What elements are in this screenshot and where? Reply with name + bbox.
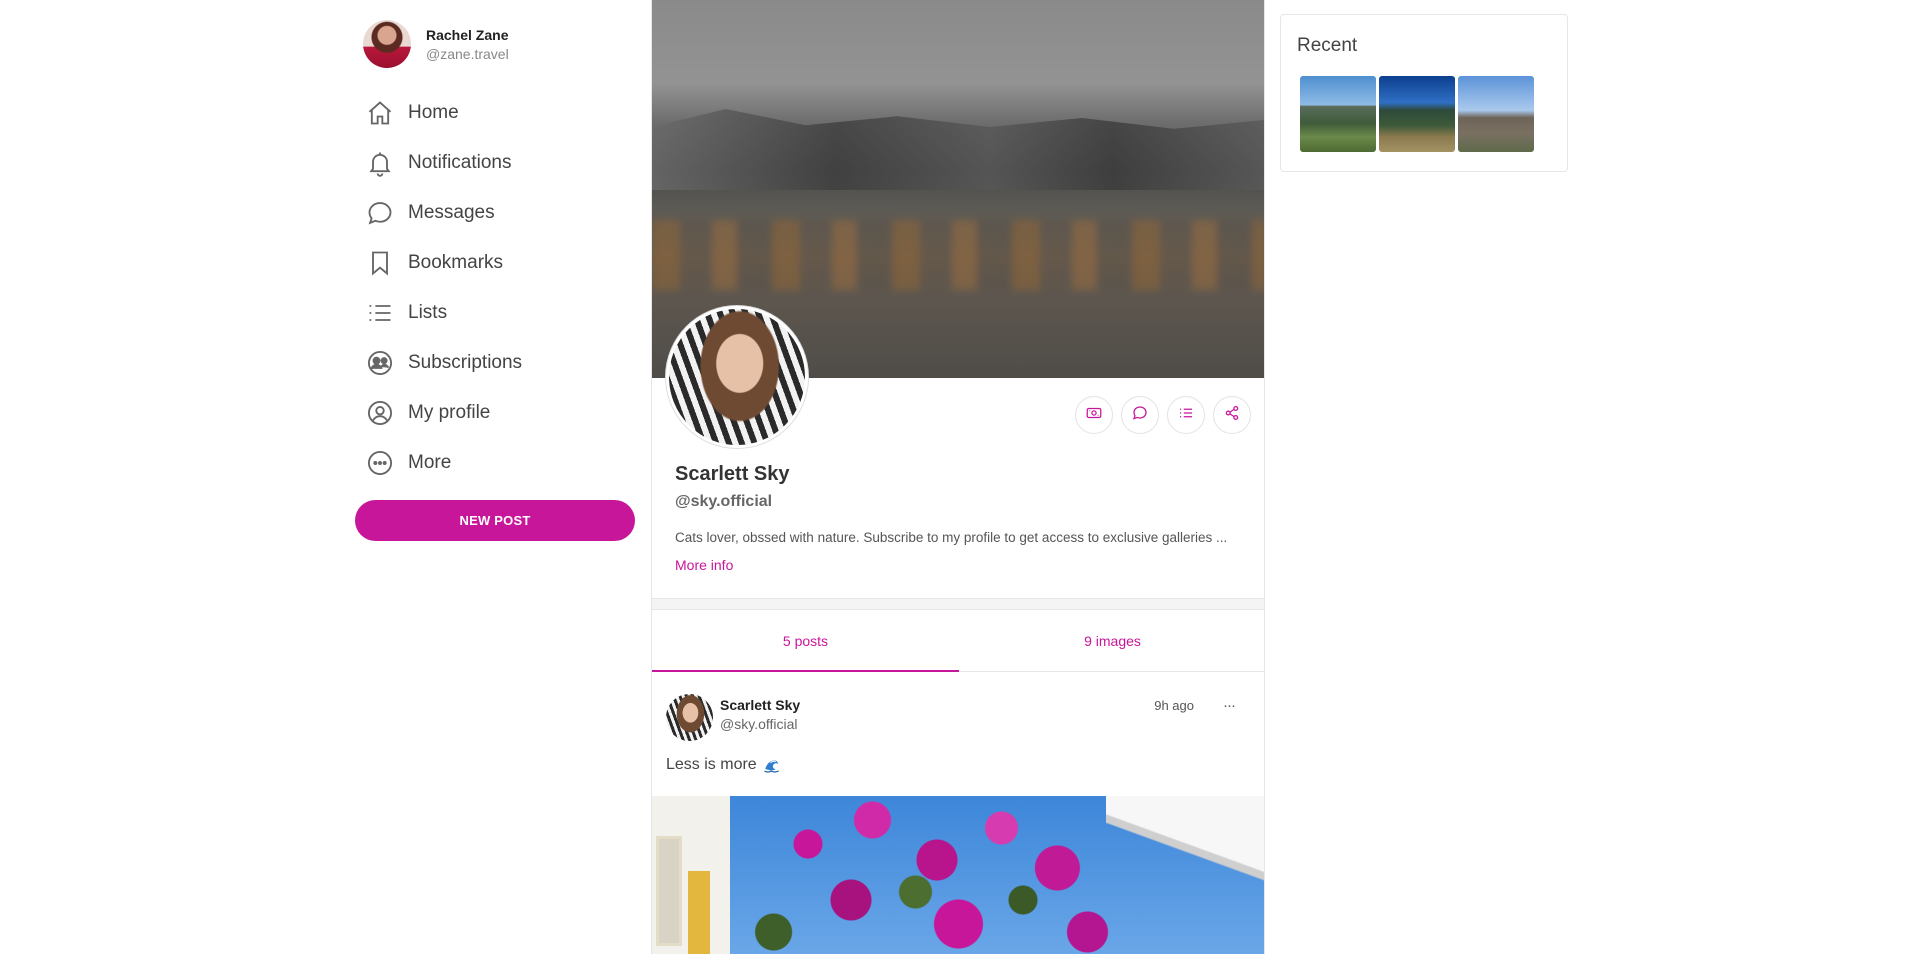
tip-button[interactable] <box>1075 396 1113 434</box>
bell-icon <box>365 148 395 178</box>
post-author-handle: @sky.official <box>720 716 798 732</box>
cover-brush <box>652 220 1264 290</box>
cover-ridge <box>652 109 1264 190</box>
post-header: Scarlett Sky @sky.official 9h ago ··· <box>666 694 1252 742</box>
nav-label-notifications: Notifications <box>408 152 512 173</box>
nav-item-bookmarks[interactable]: Bookmarks <box>365 238 645 288</box>
nav-label-my-profile: My profile <box>408 402 491 423</box>
more-circle-icon <box>365 448 395 478</box>
user-circle-icon <box>365 398 395 428</box>
section-divider <box>652 598 1264 610</box>
wave-emoji-icon <box>763 760 779 773</box>
tip-icon <box>1085 404 1103 427</box>
user-handle: @zane.travel <box>426 45 509 62</box>
new-post-button[interactable]: NEW POST <box>355 500 635 541</box>
nav-item-home[interactable]: Home <box>365 88 645 138</box>
nav-label-lists: Lists <box>408 302 448 323</box>
app-root: Rachel Zane @zane.travel Home Notificati… <box>0 0 1920 954</box>
recent-thumbnails <box>1300 76 1534 152</box>
list-icon <box>365 298 395 328</box>
post-menu-button[interactable]: ··· <box>1214 694 1244 716</box>
nav-item-messages[interactable]: Messages <box>365 188 645 238</box>
current-user[interactable]: Rachel Zane @zane.travel <box>363 20 509 68</box>
bookmark-icon <box>365 248 395 278</box>
nav-label-home: Home <box>408 102 459 123</box>
nav-item-subscriptions[interactable]: Subscriptions <box>365 338 645 388</box>
nav-item-notifications[interactable]: Notifications <box>365 138 645 188</box>
tab-images[interactable]: 9 images <box>959 610 1264 671</box>
recent-widget: Recent <box>1280 14 1568 172</box>
add-to-list-button[interactable] <box>1167 396 1205 434</box>
message-button[interactable] <box>1121 396 1159 434</box>
list-icon <box>1177 404 1195 427</box>
post-image-window <box>656 836 682 946</box>
post-image-shutter <box>688 871 710 954</box>
users-icon <box>365 348 395 378</box>
tab-posts[interactable]: 5 posts <box>652 610 959 672</box>
more-info-link[interactable]: More info <box>675 557 733 573</box>
recent-title: Recent <box>1297 35 1358 56</box>
profile-bio: Cats lover, obssed with nature. Subscrib… <box>675 530 1228 545</box>
nav-label-subscriptions: Subscriptions <box>408 352 523 373</box>
user-name: Rachel Zane <box>426 26 509 43</box>
recent-thumbnail[interactable] <box>1300 76 1376 152</box>
nav-label-bookmarks: Bookmarks <box>408 252 504 273</box>
nav-label-more: More <box>408 452 452 473</box>
user-meta: Rachel Zane @zane.travel <box>426 25 509 64</box>
nav-label-messages: Messages <box>408 202 495 223</box>
profile-main: Scarlett Sky @sky.official Cats lover, o… <box>651 0 1265 954</box>
profile-handle: @sky.official <box>675 493 773 510</box>
share-button[interactable] <box>1213 396 1251 434</box>
chat-icon <box>1131 404 1149 427</box>
nav-item-lists[interactable]: Lists <box>365 288 645 338</box>
user-avatar[interactable] <box>363 20 411 68</box>
nav-item-my-profile[interactable]: My profile <box>365 388 645 438</box>
recent-thumbnail[interactable] <box>1379 76 1455 152</box>
home-icon <box>365 98 395 128</box>
main-nav: Home Notifications Messages Bookmarks Li… <box>365 88 645 488</box>
post-author-name[interactable]: Scarlett Sky <box>720 697 800 713</box>
post-timestamp: 9h ago <box>1154 698 1194 713</box>
recent-thumbnail[interactable] <box>1458 76 1534 152</box>
chat-icon <box>365 198 395 228</box>
post-author-avatar[interactable] <box>666 694 713 741</box>
profile-tabs: 5 posts 9 images <box>652 610 1264 672</box>
post-image-awning <box>1106 796 1264 906</box>
post-image[interactable] <box>652 796 1264 954</box>
share-icon <box>1223 404 1241 427</box>
profile-name: Scarlett Sky <box>675 463 790 485</box>
profile-avatar[interactable] <box>666 306 808 448</box>
post-text-row: Less is more <box>666 756 781 774</box>
sidebar: Rachel Zane @zane.travel Home Notificati… <box>355 0 645 954</box>
post-image-flowers <box>722 796 1152 954</box>
nav-item-more[interactable]: More <box>365 438 645 488</box>
profile-actions <box>1075 396 1251 434</box>
post-text: Less is more <box>666 756 757 773</box>
